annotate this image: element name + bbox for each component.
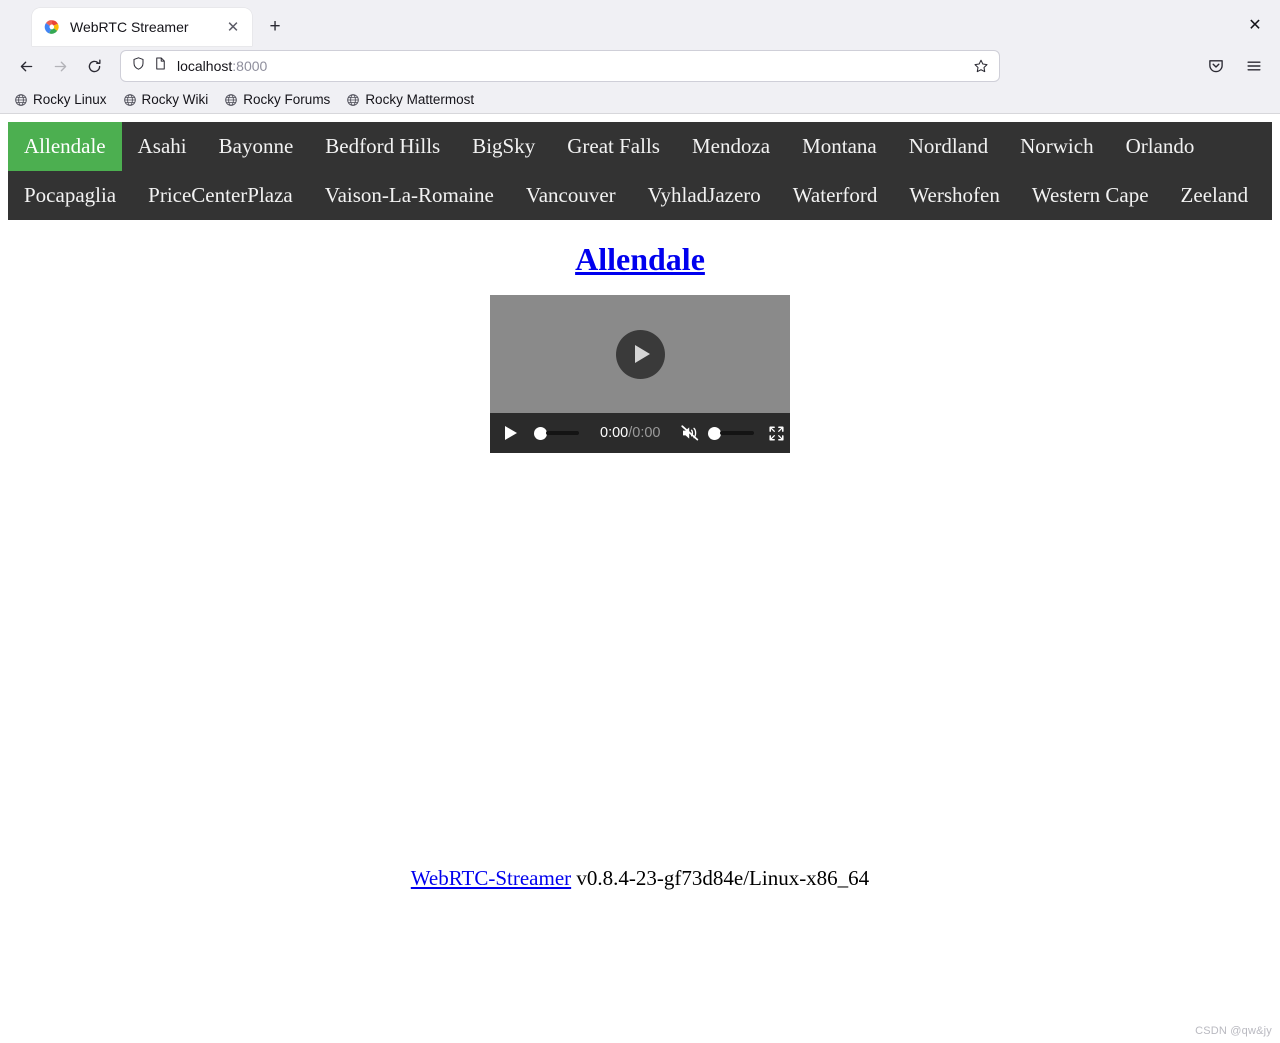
url-text[interactable]: localhost:8000 xyxy=(177,58,967,74)
volume-knob[interactable] xyxy=(707,426,721,440)
muted-speaker-icon xyxy=(680,425,698,441)
nav-item-great-falls[interactable]: Great Falls xyxy=(551,122,676,171)
play-icon xyxy=(634,345,650,363)
mute-button[interactable] xyxy=(680,423,700,443)
nav-item-zeeland[interactable]: Zeeland xyxy=(1165,171,1265,220)
nav-item-bigsky[interactable]: BigSky xyxy=(456,122,551,171)
fullscreen-icon xyxy=(769,425,784,441)
tab-strip: WebRTC Streamer ✕ + ✕ xyxy=(0,0,1280,46)
nav-item-waterford[interactable]: Waterford xyxy=(777,171,894,220)
bookmark-label: Rocky Wiki xyxy=(141,92,209,107)
stream-nav-row-1: Allendale Asahi Bayonne Bedford Hills Bi… xyxy=(8,122,1272,171)
bookmarks-bar: Rocky Linux Rocky Wiki Rocky Forums Rock… xyxy=(0,86,1280,114)
watermark: CSDN @qw&jy xyxy=(1195,1025,1272,1037)
globe-icon xyxy=(14,93,28,107)
bookmark-label: Rocky Mattermost xyxy=(365,92,475,107)
globe-icon xyxy=(346,93,360,107)
address-bar[interactable]: localhost:8000 xyxy=(120,50,1000,82)
nav-item-vancouver[interactable]: Vancouver xyxy=(510,171,632,220)
nav-item-allendale[interactable]: Allendale xyxy=(8,122,122,171)
nav-item-wershofen[interactable]: Wershofen xyxy=(893,171,1015,220)
webrtc-streamer-favicon xyxy=(44,19,60,35)
seek-slider[interactable] xyxy=(534,426,579,440)
pocket-icon[interactable] xyxy=(1200,50,1232,82)
nav-item-nordland[interactable]: Nordland xyxy=(893,122,1004,171)
url-port: :8000 xyxy=(232,58,268,74)
video-controls: 0:00/0:00 xyxy=(490,413,790,453)
nav-item-bayonne[interactable]: Bayonne xyxy=(203,122,310,171)
bookmark-rocky-forums[interactable]: Rocky Forums xyxy=(218,90,336,109)
bookmark-label: Rocky Forums xyxy=(243,92,331,107)
nav-item-vyhladjazero[interactable]: VyhladJazero xyxy=(632,171,777,220)
globe-icon xyxy=(224,93,238,107)
nav-item-norwich[interactable]: Norwich xyxy=(1004,122,1109,171)
volume-track[interactable] xyxy=(719,431,754,435)
play-icon xyxy=(505,426,517,440)
page-info-icon[interactable] xyxy=(153,56,168,76)
stream-title-link[interactable]: Allendale xyxy=(575,241,705,277)
video-surface[interactable] xyxy=(490,295,790,413)
window-close-icon[interactable]: ✕ xyxy=(1238,6,1272,44)
page-title: Allendale xyxy=(8,241,1272,278)
version-text: v0.8.4-23-gf73d84e/Linux-x86_64 xyxy=(571,866,870,890)
nav-item-bedford-hills[interactable]: Bedford Hills xyxy=(309,122,456,171)
page-viewport: Allendale Asahi Bayonne Bedford Hills Bi… xyxy=(0,114,1280,1043)
forward-button[interactable] xyxy=(44,50,76,82)
close-icon[interactable]: ✕ xyxy=(222,16,244,38)
toolbar-right-group xyxy=(1200,50,1270,82)
nav-item-western-cape[interactable]: Western Cape xyxy=(1016,171,1165,220)
seek-track[interactable] xyxy=(546,431,579,435)
tabstrip-left-padding xyxy=(0,0,32,46)
back-button[interactable] xyxy=(10,50,42,82)
nav-item-mendoza[interactable]: Mendoza xyxy=(676,122,786,171)
nav-item-orlando[interactable]: Orlando xyxy=(1110,122,1211,171)
current-time: 0:00 xyxy=(600,425,629,441)
url-host: localhost xyxy=(177,58,233,74)
address-bar-icons xyxy=(131,56,168,76)
hamburger-menu-icon[interactable] xyxy=(1238,50,1270,82)
play-button[interactable] xyxy=(500,422,522,444)
time-display: 0:00/0:00 xyxy=(600,425,661,441)
stream-nav-row-2: Pocapaglia PriceCenterPlaza Vaison-La-Ro… xyxy=(8,171,1272,220)
big-play-button[interactable] xyxy=(615,329,665,379)
tab-title: WebRTC Streamer xyxy=(70,19,189,35)
globe-icon xyxy=(123,93,137,107)
browser-toolbar: localhost:8000 xyxy=(0,46,1280,86)
shield-icon[interactable] xyxy=(131,56,146,76)
nav-item-pricecenterplaza[interactable]: PriceCenterPlaza xyxy=(132,171,309,220)
nav-item-pocapaglia[interactable]: Pocapaglia xyxy=(8,171,132,220)
bookmark-rocky-mattermost[interactable]: Rocky Mattermost xyxy=(340,90,480,109)
bookmark-rocky-linux[interactable]: Rocky Linux xyxy=(8,90,113,109)
fullscreen-button[interactable] xyxy=(768,424,786,442)
page-body: Allendale Asahi Bayonne Bedford Hills Bi… xyxy=(0,114,1280,1043)
video-player[interactable]: 0:00/0:00 xyxy=(490,295,790,453)
nav-item-asahi[interactable]: Asahi xyxy=(122,122,203,171)
new-tab-button[interactable]: + xyxy=(260,12,290,42)
bookmark-star-icon[interactable] xyxy=(967,53,995,79)
duration: 0:00 xyxy=(632,425,661,441)
bookmark-rocky-wiki[interactable]: Rocky Wiki xyxy=(117,90,215,109)
webrtc-streamer-link[interactable]: WebRTC-Streamer xyxy=(411,866,571,890)
video-container: 0:00/0:00 xyxy=(8,295,1272,453)
bookmark-label: Rocky Linux xyxy=(33,92,107,107)
page-footer: WebRTC-Streamer v0.8.4-23-gf73d84e/Linux… xyxy=(0,866,1280,891)
nav-item-vaison-la-romaine[interactable]: Vaison-La-Romaine xyxy=(309,171,510,220)
tab-webrtc-streamer[interactable]: WebRTC Streamer ✕ xyxy=(32,8,252,46)
browser-window: WebRTC Streamer ✕ + ✕ localhost:8000 Roc… xyxy=(0,0,1280,1043)
stream-navigation: Allendale Asahi Bayonne Bedford Hills Bi… xyxy=(8,122,1272,220)
nav-item-montana[interactable]: Montana xyxy=(786,122,893,171)
volume-slider[interactable] xyxy=(707,426,754,440)
reload-button[interactable] xyxy=(78,50,110,82)
